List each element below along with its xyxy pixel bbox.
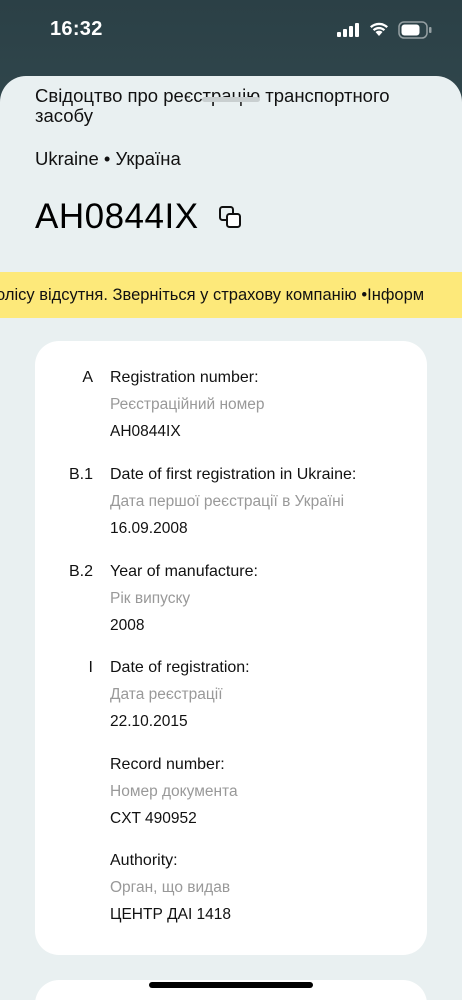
- field-registration-number: A Registration number: Реєстраційний ном…: [35, 369, 427, 459]
- sheet-grabber[interactable]: [202, 97, 260, 102]
- field-value: 16.09.2008: [110, 520, 188, 537]
- registration-details-card: A Registration number: Реєстраційний ном…: [35, 341, 427, 955]
- field-label: Date of first registration in Ukraine:: [110, 466, 357, 483]
- field-code: A: [82, 369, 93, 386]
- field-code: I: [88, 659, 93, 676]
- field-value: ЦЕНТР ДАІ 1418: [110, 906, 232, 923]
- plate-number: AH0844IX: [35, 197, 199, 236]
- plate-row: AH0844IX: [35, 194, 243, 240]
- field-first-registration-date: B.1 Date of first registration in Ukrain…: [35, 466, 427, 556]
- field-label: Registration number:: [110, 369, 259, 386]
- field-value: 2008: [110, 617, 145, 634]
- status-bar: 16:32: [0, 0, 462, 64]
- status-time: 16:32: [50, 18, 103, 40]
- field-label: Date of registration:: [110, 659, 250, 676]
- copy-button[interactable]: [217, 204, 243, 230]
- field-sublabel: Рік випуску: [110, 590, 191, 607]
- document-sheet: Свідоцтво про реєстрацію транспортного з…: [0, 76, 462, 1000]
- field-authority: Authority: Орган, що видав ЦЕНТР ДАІ 141…: [35, 852, 427, 942]
- cellular-signal-icon: [337, 23, 361, 42]
- field-value: 22.10.2015: [110, 713, 188, 730]
- field-label: Year of manufacture:: [110, 563, 258, 580]
- field-registration-date: I Date of registration: Дата реєстрації …: [35, 659, 427, 749]
- field-code: B.1: [68, 466, 93, 483]
- field-record-number: Record number: Номер документа CXT 49095…: [35, 756, 427, 846]
- field-year-of-manufacture: B.2 Year of manufacture: Рік випуску 200…: [35, 563, 427, 653]
- field-value: AH0844IX: [110, 423, 181, 440]
- field-sublabel: Дата першої реєстрації в Україні: [110, 493, 345, 510]
- ticker-text: олісу відсутня. Зверніться у страхову ко…: [0, 286, 425, 304]
- copy-icon: [218, 206, 241, 228]
- field-sublabel: Дата реєстрації: [110, 686, 223, 703]
- wifi-icon: [369, 21, 389, 42]
- field-label: Authority:: [110, 852, 178, 869]
- field-sublabel: Номер документа: [110, 783, 238, 800]
- field-label: Record number:: [110, 756, 225, 773]
- field-value: CXT 490952: [110, 810, 197, 827]
- insurance-ticker[interactable]: олісу відсутня. Зверніться у страхову ко…: [0, 272, 462, 318]
- document-title: Свідоцтво про реєстрацію транспортного з…: [35, 85, 390, 126]
- field-sublabel: Реєстраційний номер: [110, 396, 265, 413]
- field-sublabel: Орган, що видав: [110, 879, 231, 896]
- battery-icon: [398, 21, 432, 44]
- home-indicator[interactable]: [149, 982, 313, 988]
- document-country: Ukraine • Україна: [35, 148, 181, 169]
- field-code: B.2: [68, 563, 93, 580]
